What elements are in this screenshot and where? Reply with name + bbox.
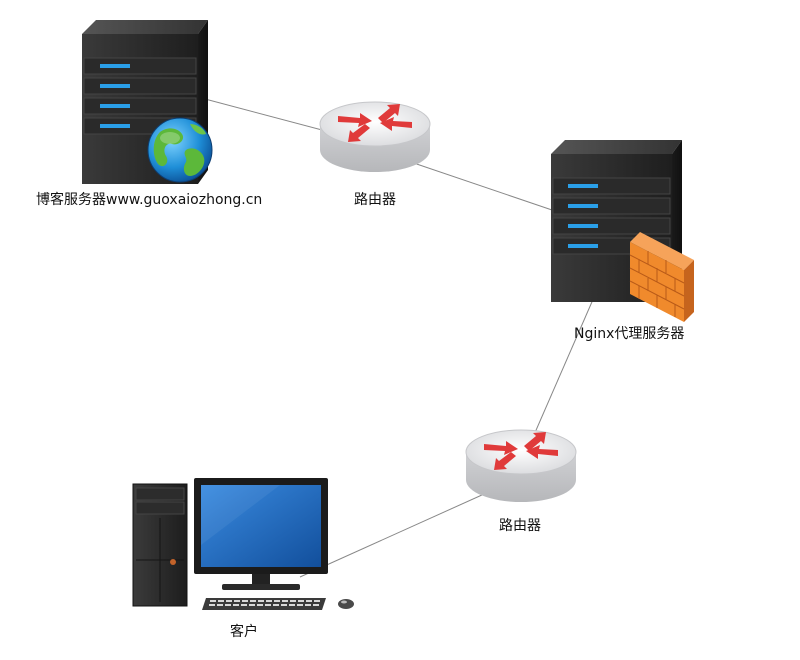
tower-icon [132,483,188,607]
firewall-icon [629,232,694,322]
client-computer-icon [132,478,354,610]
client-label: 客户 [230,624,258,640]
monitor-icon [194,478,328,590]
network-diagram: 博客服务器www.guoxaiozhong.cn 路由器 Nginx代理服务器 … [0,0,800,660]
connector-router-to-blog-server [189,93,323,131]
router-bottom-label: 路由器 [499,518,541,534]
connector-nginx-to-router [395,156,553,211]
connector-client-to-router [299,489,494,578]
router-bottom-icon [465,429,577,502]
nginx-server-icon [551,140,694,322]
mouse-icon [338,599,354,609]
blog-server-label: 博客服务器www.guoxaiozhong.cn [36,192,263,208]
keyboard-icon [202,598,326,610]
nginx-server-label: Nginx代理服务器 [574,326,685,342]
router-top-icon [319,101,431,172]
blog-server-icon [82,20,213,184]
globe-icon [147,117,213,183]
router-top-label: 路由器 [354,192,396,208]
